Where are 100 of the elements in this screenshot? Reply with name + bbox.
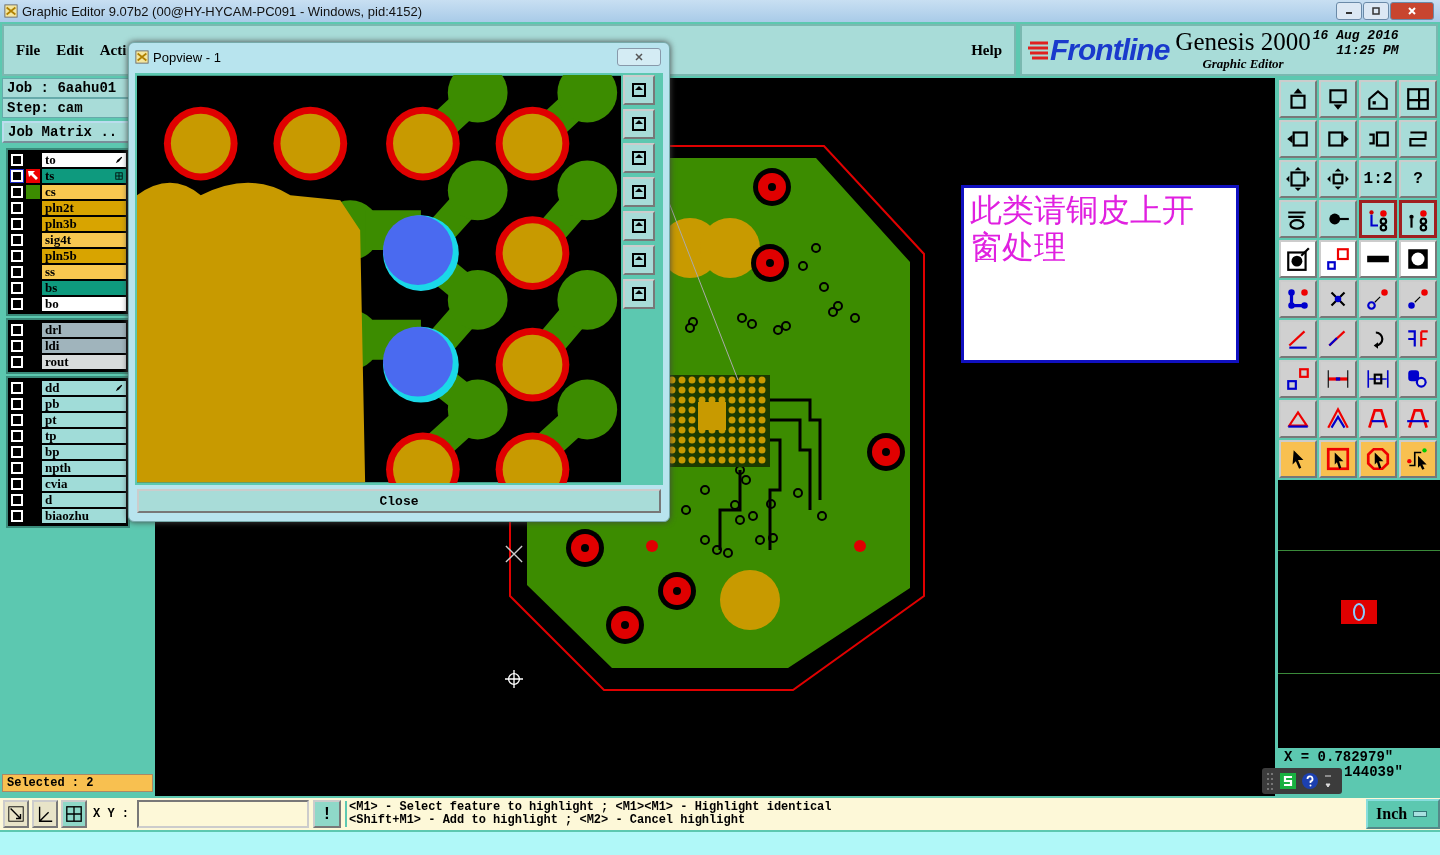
layer-checkbox[interactable]: [10, 265, 24, 279]
grip-icon: [1266, 771, 1274, 791]
view-button[interactable]: [623, 245, 656, 275]
layer-checkbox[interactable]: [10, 153, 24, 167]
menu-item[interactable]: Help: [971, 41, 1002, 59]
close-icon: [1407, 6, 1417, 16]
product-name: Genesis 2000: [1175, 28, 1311, 56]
app-icon: [135, 50, 149, 64]
help-icon[interactable]: [1302, 773, 1318, 789]
layer-name[interactable]: ss: [42, 265, 126, 279]
layer-name[interactable]: to: [42, 153, 126, 167]
x-coordinate: X = 0.782979": [1284, 750, 1395, 764]
layer-name[interactable]: d: [42, 493, 126, 507]
layer-name[interactable]: drl: [42, 323, 126, 337]
layer-name[interactable]: pt: [42, 413, 126, 427]
menu-item[interactable]: File: [16, 41, 41, 59]
layer-name[interactable]: ldi: [42, 339, 126, 353]
layer-checkbox[interactable]: [10, 217, 24, 231]
maximize-button[interactable]: [1363, 2, 1389, 20]
tool-button[interactable]: 1:2: [1359, 160, 1397, 198]
layer-name[interactable]: pln2t: [42, 201, 126, 215]
minimize-button[interactable]: [1336, 2, 1362, 20]
hint-text: <Shift+M1> - Add to highlight ; <M2> - Cancel highlight: [349, 814, 747, 827]
copper-pad: [720, 570, 780, 630]
layer-checkbox[interactable]: [10, 281, 24, 295]
menu-item[interactable]: Acti: [99, 41, 127, 59]
close-dialog-button[interactable]: Close: [137, 489, 661, 513]
layer-checkbox[interactable]: [10, 339, 24, 353]
connect-icon: [1365, 286, 1391, 312]
select-shape-icon: [1365, 446, 1391, 472]
layer-name[interactable]: pb: [42, 397, 126, 411]
layer-checkbox[interactable]: [10, 461, 24, 475]
pen-icon: [115, 156, 123, 164]
annotation-text: 此类请铜皮上开窗处理: [970, 192, 1195, 266]
layer-checkbox[interactable]: [10, 381, 24, 395]
layer-name[interactable]: bp: [42, 445, 126, 459]
view-button[interactable]: [623, 177, 656, 207]
layer-checkbox[interactable]: [10, 477, 24, 491]
view-button[interactable]: [623, 75, 656, 105]
close-button[interactable]: [1390, 2, 1434, 20]
layer-name[interactable]: bs: [42, 281, 126, 295]
view-button[interactable]: [623, 279, 656, 309]
layer-checkbox[interactable]: [10, 429, 24, 443]
s-app-icon[interactable]: [1280, 773, 1296, 789]
hint-text: <M1> - Select feature to highlight ; <M1><M1> - Highlight identical: [349, 801, 832, 814]
layer-checkbox[interactable]: [10, 509, 24, 523]
tool-button[interactable]: [1399, 200, 1437, 238]
layer-name[interactable]: rout: [42, 355, 126, 369]
view-button[interactable]: [623, 143, 656, 173]
layer-name[interactable]: cvia: [42, 477, 126, 491]
layer-checkbox[interactable]: [10, 413, 24, 427]
layer-name[interactable]: dd: [42, 381, 126, 395]
layer-checkbox[interactable]: [10, 233, 24, 247]
layer-name[interactable]: npth: [42, 461, 126, 475]
drill-pad: [751, 244, 789, 282]
layer-name[interactable]: cs: [42, 185, 126, 199]
layer-checkbox[interactable]: [10, 445, 24, 459]
layer-checkbox[interactable]: [10, 297, 24, 311]
menu-item[interactable]: Edit: [56, 41, 84, 59]
layer-name[interactable]: tp: [42, 429, 126, 443]
speed-lines-icon: [1026, 39, 1048, 61]
drill-pad: [566, 529, 604, 567]
layer-name[interactable]: ts: [42, 169, 126, 183]
select-box-icon: [1325, 446, 1351, 472]
layer-checkbox[interactable]: [10, 355, 24, 369]
angle-icon: [36, 805, 54, 823]
app-icon: [4, 4, 18, 18]
layer-name[interactable]: bo: [42, 297, 126, 311]
layer-name[interactable]: pln5b: [42, 249, 126, 263]
view-button[interactable]: [623, 211, 656, 241]
layer-name[interactable]: biaozhu: [42, 509, 126, 523]
move-shape-icon: [1285, 366, 1311, 392]
view-button[interactable]: [623, 109, 656, 139]
layer-checkbox[interactable]: [10, 397, 24, 411]
grid-window-icon: [1405, 86, 1431, 112]
layer-checkbox[interactable]: [10, 249, 24, 263]
shape-icon: [1325, 246, 1351, 272]
crosshair-icon: [505, 670, 523, 688]
coordinate-input[interactable]: [137, 800, 309, 828]
tool-button[interactable]: [1359, 200, 1397, 238]
layer-checkbox[interactable]: [10, 493, 24, 507]
layer-checkbox[interactable]: [10, 185, 24, 199]
xy-label: X Y :: [93, 807, 129, 821]
grid-icon: [115, 172, 123, 180]
nodes-icon: [1285, 286, 1311, 312]
date-text: 16 Aug 2016: [1312, 28, 1399, 43]
layer-name[interactable]: pln3b: [42, 217, 126, 231]
layer-checkbox[interactable]: [10, 201, 24, 215]
alert-button[interactable]: !: [313, 800, 341, 828]
caret-icon[interactable]: [1324, 773, 1332, 789]
pad-arrow-icon: [1285, 246, 1311, 272]
tool-button[interactable]: ?: [1399, 160, 1437, 198]
drill-pad: [606, 606, 644, 644]
layer-checkbox[interactable]: [10, 169, 24, 183]
units-dropdown[interactable]: Inch: [1366, 799, 1440, 829]
layer-checkbox[interactable]: [10, 323, 24, 337]
cross-marker-icon: [505, 545, 523, 563]
logo-text: Frontline: [1050, 33, 1170, 67]
close-icon: [634, 52, 644, 62]
layer-name[interactable]: sig4t: [42, 233, 126, 247]
